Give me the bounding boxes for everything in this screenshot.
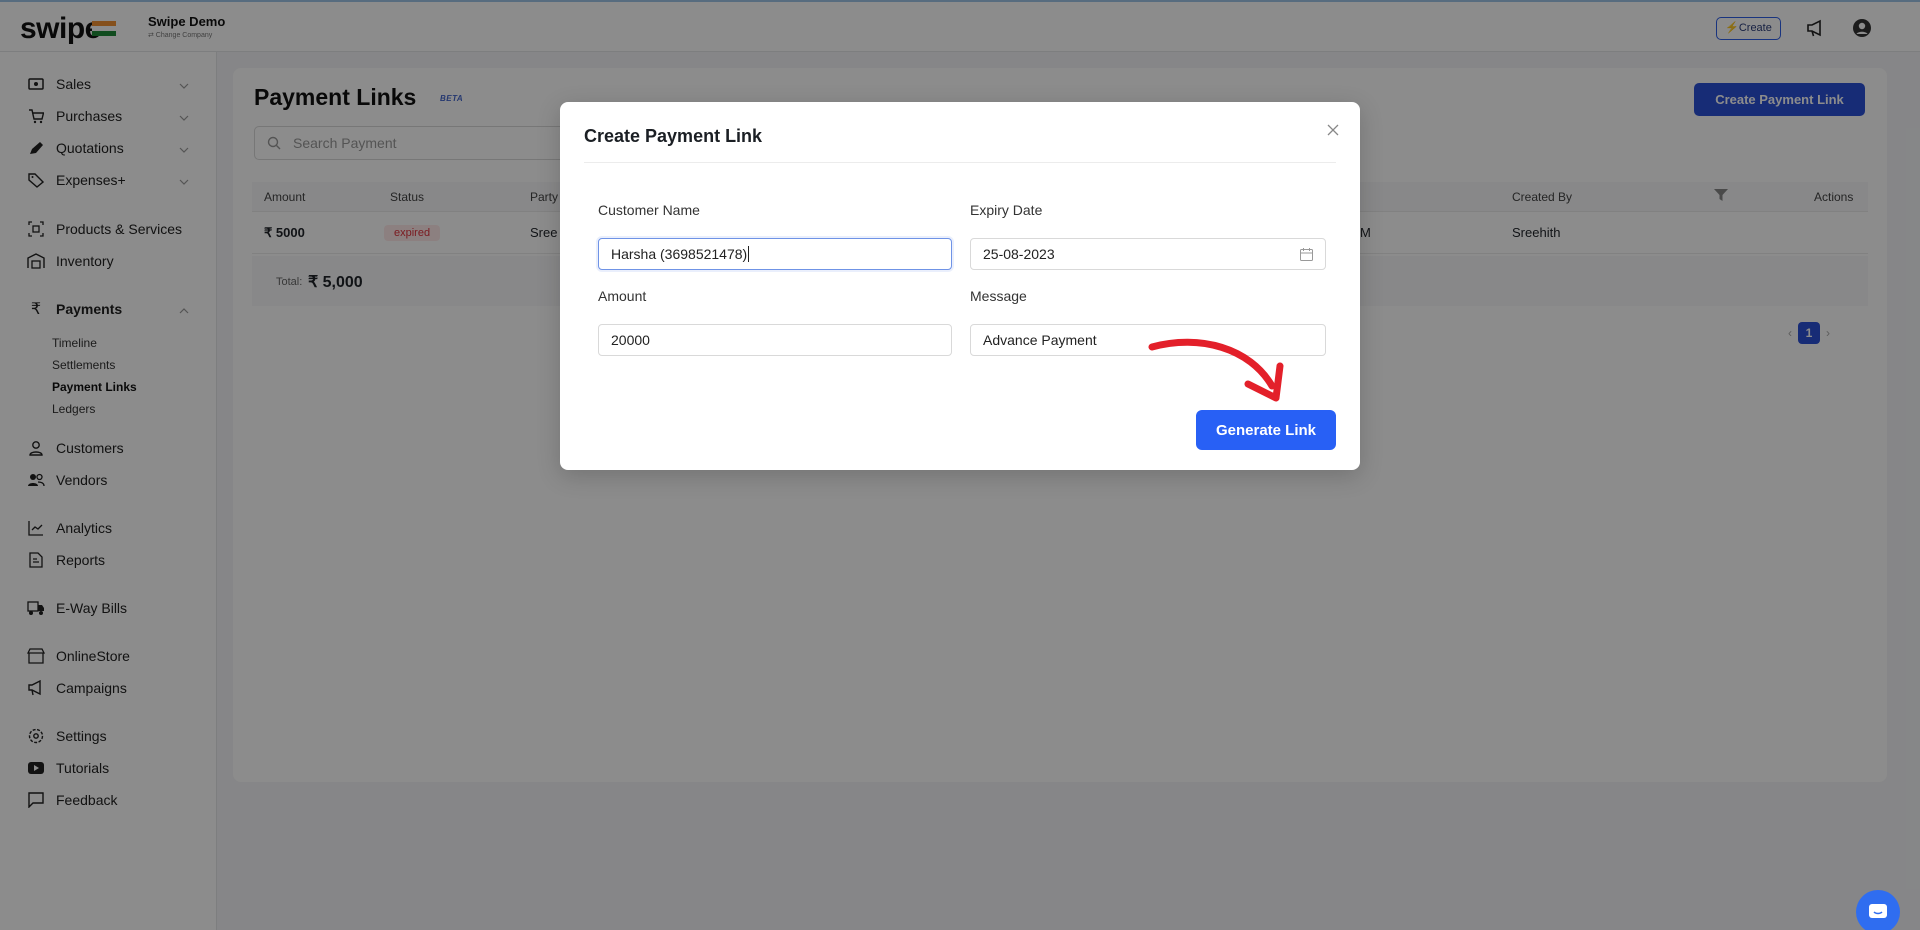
close-icon[interactable] — [1323, 120, 1343, 140]
modal-divider — [584, 162, 1336, 163]
amount-label: Amount — [598, 288, 647, 304]
customer-name-value: Harsha (3698521478) — [611, 246, 748, 262]
expiry-date-value: 25-08-2023 — [983, 246, 1055, 262]
customer-name-label: Customer Name — [598, 202, 700, 218]
amount-value: 20000 — [611, 332, 650, 348]
modal-title: Create Payment Link — [584, 126, 763, 146]
expiry-date-label: Expiry Date — [970, 202, 1043, 218]
annotation-arrow-icon — [1148, 338, 1284, 402]
message-value: Advance Payment — [983, 332, 1097, 348]
message-label: Message — [970, 288, 1027, 304]
chat-support-icon[interactable] — [1856, 890, 1900, 930]
text-cursor — [748, 246, 750, 262]
create-payment-link-modal: Create Payment Link Customer Name Harsha… — [560, 102, 1360, 470]
customer-name-input[interactable]: Harsha (3698521478) — [598, 238, 952, 270]
generate-link-button[interactable]: Generate Link — [1196, 410, 1336, 450]
expiry-date-input[interactable]: 25-08-2023 — [970, 238, 1326, 270]
amount-input[interactable]: 20000 — [598, 324, 952, 356]
calendar-icon[interactable] — [1300, 248, 1313, 261]
